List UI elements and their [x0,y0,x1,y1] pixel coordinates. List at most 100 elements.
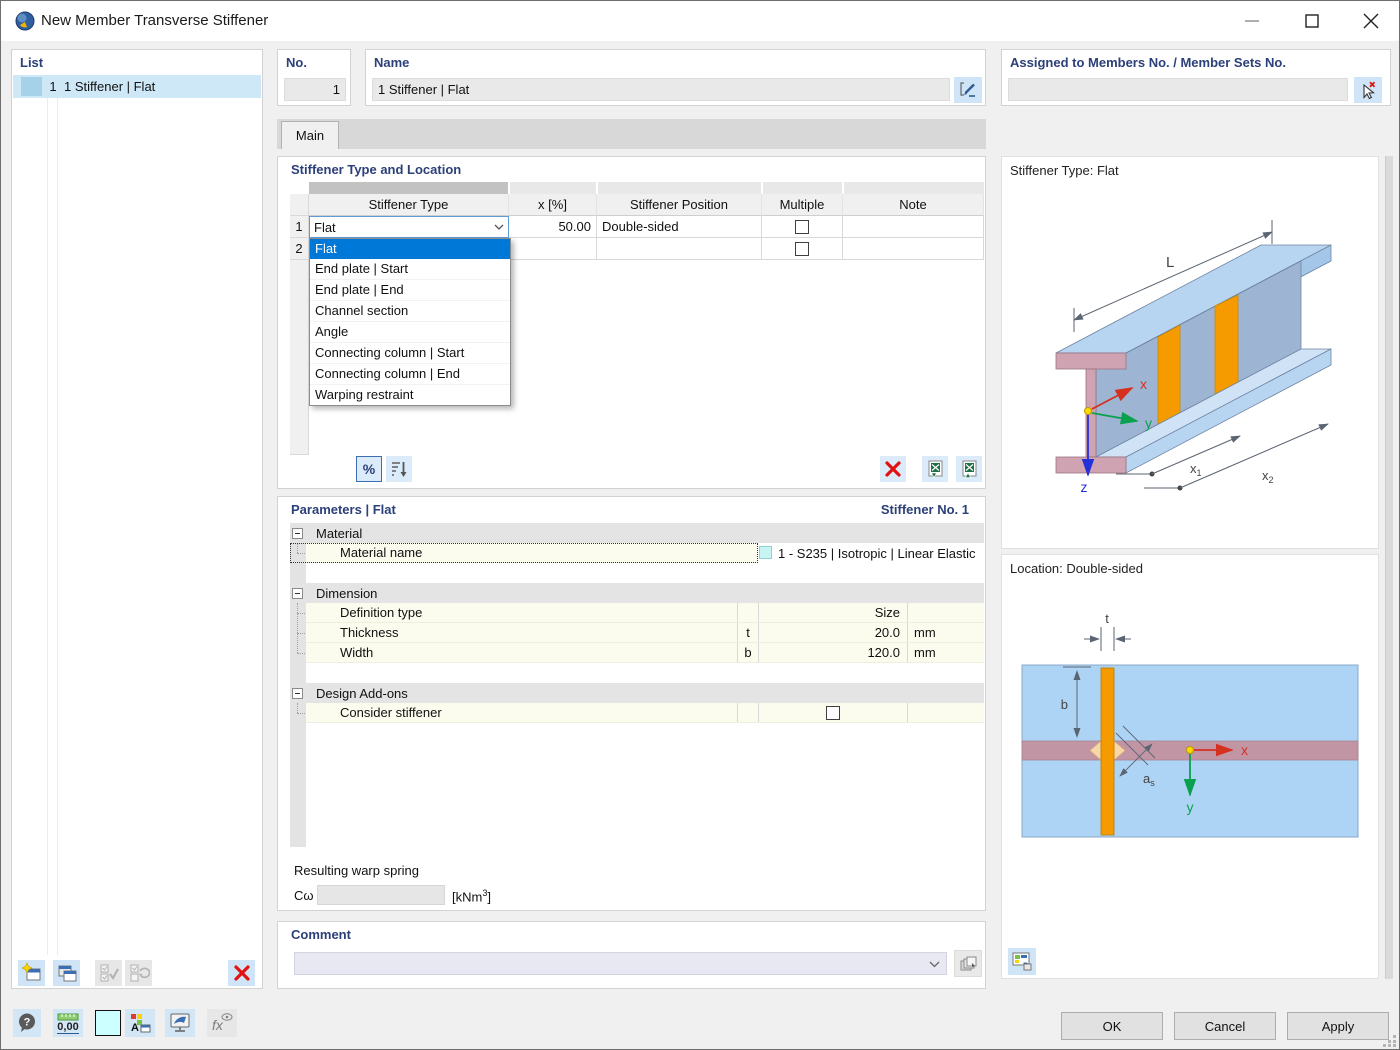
sort-descending-icon [389,459,409,479]
warp-spring-input[interactable] [317,885,445,905]
param-row-width[interactable]: Width b 120.0 mm [306,643,984,663]
column-header-multiple[interactable]: Multiple [762,194,843,216]
units-label: 0,00 [57,1021,78,1034]
group-row-dimension[interactable]: Dimension [290,583,984,603]
collapse-icon[interactable] [292,588,303,599]
collapse-icon[interactable] [292,528,303,539]
param-value[interactable]: 120.0 [758,643,907,662]
multiple-checkbox[interactable] [795,220,809,234]
dropdown-option[interactable]: End plate | End [310,280,510,301]
param-value[interactable]: Size [758,603,907,622]
apply-button[interactable]: Apply [1287,1012,1389,1040]
table-cell-x[interactable]: 50.00 [509,216,597,238]
new-window-icon [21,962,43,984]
rename-button[interactable] [954,77,982,103]
tab-main-label: Main [296,128,324,143]
resize-grip[interactable] [1383,1033,1397,1047]
multiple-checkbox[interactable] [795,242,809,256]
name-box: Name [365,49,986,106]
warp-spring-label: Resulting warp spring [294,863,419,878]
new-item-button[interactable] [18,960,45,986]
assigned-input[interactable] [1008,78,1348,101]
percent-toggle-button[interactable]: % [356,456,382,482]
param-row-thickness[interactable]: Thickness t 20.0 mm [306,623,984,643]
table-cell-note[interactable] [843,238,984,260]
minimize-button-icon[interactable] [1239,11,1265,31]
stiffener-type-preview: Stiffener Type: Flat L [1001,156,1379,549]
chevron-down-icon [494,223,504,231]
list-item[interactable]: 1 1 Stiffener | Flat [13,75,261,98]
param-value[interactable]: 20.0 [758,623,907,642]
help-balloon-icon: ? [16,1012,38,1034]
import-excel-button[interactable] [956,456,982,482]
delete-row-button[interactable] [880,456,906,482]
type-dropdown: Flat End plate | Start End plate | End C… [309,238,511,406]
column-header-type[interactable]: Stiffener Type [309,194,509,216]
no-input[interactable] [284,78,346,101]
dim-label-x2: x2 [1262,468,1274,485]
type-combobox[interactable]: Flat [309,216,509,238]
dropdown-option[interactable]: Channel section [310,301,510,322]
display-settings-button[interactable]: A [125,1009,155,1037]
list-grid-line [57,98,58,955]
units-settings-button[interactable]: 0,00 [53,1009,83,1037]
tree-guide [297,703,298,713]
copy-item-button[interactable] [53,960,80,986]
param-label: Material name [340,545,422,560]
preview-location-title: Location: Double-sided [1010,561,1143,576]
column-header-position[interactable]: Stiffener Position [597,194,762,216]
no-box: No. [277,49,351,106]
table-cell-position[interactable] [597,238,762,260]
param-row-definition-type[interactable]: Definition type Size [306,603,984,623]
ok-button[interactable]: OK [1061,1012,1163,1040]
name-input[interactable] [372,78,950,101]
color-swatch-button[interactable] [95,1010,121,1036]
preview-scrollbar[interactable] [1385,156,1393,979]
delete-item-button[interactable] [228,960,255,986]
group-row-addons[interactable]: Design Add-ons [290,683,984,703]
dropdown-option[interactable]: Connecting column | End [310,364,510,385]
preview-settings-button[interactable] [1008,948,1036,975]
sort-button[interactable] [386,456,412,482]
param-symbol: t [737,623,758,642]
svg-text:?: ? [24,1017,31,1029]
dropdown-option[interactable]: Connecting column | Start [310,343,510,364]
param-label: Consider stiffener [306,703,737,722]
cancel-button[interactable]: Cancel [1174,1012,1276,1040]
column-header-note[interactable]: Note [843,194,984,216]
dropdown-option[interactable]: Angle [310,322,510,343]
preview-type-title: Stiffener Type: Flat [1010,163,1119,178]
table-cell-x[interactable] [509,238,597,260]
comment-copy-button[interactable] [954,950,982,977]
dropdown-option[interactable]: End plate | Start [310,259,510,280]
collapse-icon[interactable] [292,688,303,699]
window-title: New Member Transverse Stiffener [41,12,268,29]
export-excel-button[interactable] [922,456,948,482]
copies-icon [958,954,978,974]
select-members-button[interactable] [1354,77,1382,103]
consider-stiffener-checkbox[interactable] [826,706,840,720]
pick-cursor-remove-icon [1358,80,1378,100]
material-value[interactable]: 1 - S235 | Isotropic | Linear Elastic [778,546,976,561]
param-row-consider-stiffener[interactable]: Consider stiffener [306,703,984,723]
copy-windows-icon [56,962,78,984]
column-header-x[interactable]: x [%] [509,194,597,216]
rendering-button[interactable] [165,1009,195,1037]
param-row-material-name[interactable]: Material name [306,543,758,563]
help-button[interactable]: ? [13,1009,41,1037]
type-combobox-value: Flat [314,220,494,235]
table-cell-type[interactable]: Flat [309,216,509,238]
dropdown-option[interactable]: Warping restraint [310,385,510,405]
comment-combobox[interactable] [294,952,947,975]
group-row-material[interactable]: Material [290,523,984,543]
table-cell-multiple[interactable] [762,216,843,238]
tab-main[interactable]: Main [281,121,339,149]
dropdown-option[interactable]: Flat [310,239,510,259]
maximize-button-icon[interactable] [1299,11,1325,31]
table-cell-multiple[interactable] [762,238,843,260]
no-header: No. [286,55,307,70]
table-cell-note[interactable] [843,216,984,238]
close-button-icon[interactable] [1357,11,1385,31]
table-cell-position[interactable]: Double-sided [597,216,762,238]
param-unit: mm [907,623,984,642]
